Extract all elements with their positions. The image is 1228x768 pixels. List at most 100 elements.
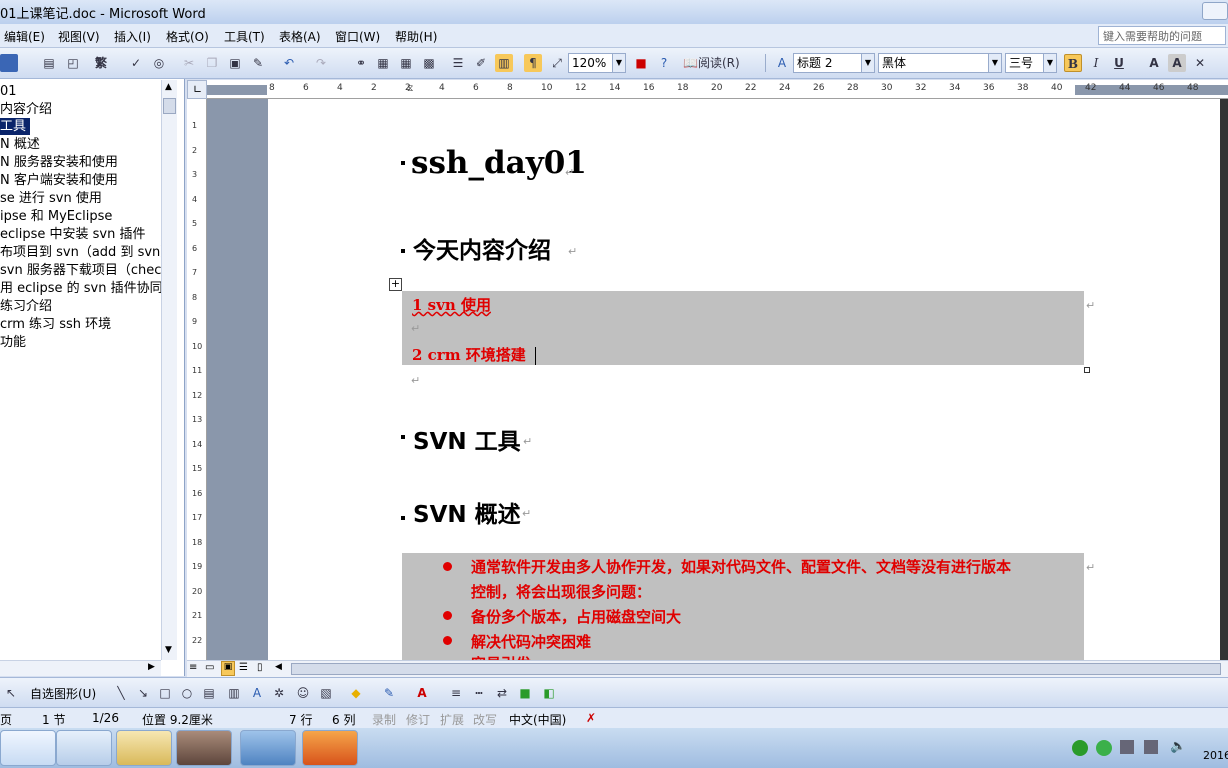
docmap-item[interactable]: 布项目到 svn（add 到 svn） — [0, 244, 173, 261]
web-view-icon[interactable]: ▭ — [205, 662, 214, 673]
read-button[interactable]: 📖阅读(R) — [683, 54, 745, 72]
window-taskbar-icon[interactable] — [56, 730, 112, 766]
docmap-item[interactable]: 01 — [0, 83, 17, 100]
docmap-item[interactable]: crm 练习 ssh 环境 — [0, 316, 111, 333]
docmap-item[interactable]: N 服务器安装和使用 — [0, 154, 118, 171]
tables-borders-icon[interactable]: ▦ — [374, 54, 392, 72]
style-select[interactable]: 标题 2 ▼ — [793, 53, 875, 73]
fill-color-icon[interactable]: ◆ — [347, 684, 365, 702]
docmap-item[interactable]: 功能 — [0, 334, 26, 351]
docmap-item-selected[interactable]: 工具 — [0, 118, 30, 135]
insert-table-icon[interactable]: ▦ — [397, 54, 415, 72]
research-icon[interactable]: ◎ — [150, 54, 168, 72]
docmap-horizontal-scrollbar[interactable]: ▶ — [0, 660, 161, 676]
underline-button[interactable]: U — [1110, 54, 1128, 72]
print-preview-icon[interactable]: ◰ — [64, 54, 82, 72]
scroll-thumb[interactable] — [291, 663, 1221, 675]
styles-icon[interactable]: A — [773, 54, 791, 72]
firefox-taskbar-icon[interactable] — [302, 730, 358, 766]
char-scale-icon[interactable]: ✕ — [1191, 54, 1209, 72]
traditional-chinese-button[interactable]: 繁 — [92, 54, 110, 72]
scroll-thumb[interactable] — [163, 98, 176, 114]
menu-format[interactable]: 格式(O) — [166, 28, 209, 45]
shadow-icon[interactable]: ■ — [516, 684, 534, 702]
char-border-icon[interactable]: A — [1145, 54, 1163, 72]
font-size-select[interactable]: 三号 ▼ — [1005, 53, 1057, 73]
docmap-item[interactable]: N 概述 — [0, 136, 40, 153]
arrow-icon[interactable]: ↘ — [134, 684, 152, 702]
clipart-icon[interactable]: ☺ — [294, 684, 312, 702]
char-shading-icon[interactable]: A — [1168, 54, 1186, 72]
table-resize-handle[interactable] — [1084, 367, 1090, 373]
outline-view-icon[interactable]: ☰ — [239, 662, 248, 673]
horizontal-scrollbar[interactable]: ≡ ▭ ▣ ☰ ▯ ◀ — [187, 660, 1228, 677]
table-move-handle-icon[interactable]: + — [389, 278, 402, 291]
menu-help[interactable]: 帮助(H) — [395, 28, 437, 45]
vertical-ruler[interactable]: 1 2 3 4 5 6 7 8 9 10 11 12 13 14 15 16 17 18 19 20 21 22 — [187, 99, 207, 660]
bookmark-icon[interactable]: ■ — [632, 54, 650, 72]
line-color-icon[interactable]: ✎ — [380, 684, 398, 702]
bold-button[interactable]: B — [1064, 54, 1082, 72]
document-page[interactable]: ssh_day01 ↵ 今天内容介绍 ↵ + 1 svn 使用 ↵ 2 crm … — [268, 99, 1220, 660]
eclipse-taskbar-icon[interactable] — [176, 730, 232, 766]
rectangle-icon[interactable]: □ — [156, 684, 174, 702]
cut-icon[interactable]: ✂ — [180, 54, 198, 72]
font-select[interactable]: 黑体 ▼ — [878, 53, 1002, 73]
tray-icon[interactable] — [1096, 740, 1112, 756]
tray-icon[interactable] — [1120, 740, 1134, 754]
normal-view-icon[interactable]: ≡ — [189, 662, 197, 673]
vertical-textbox-icon[interactable]: ▥ — [225, 684, 243, 702]
spelling-icon[interactable]: ✓ — [127, 54, 145, 72]
doc-map-icon[interactable]: ▥ — [495, 54, 513, 72]
format-painter-icon[interactable]: ✎ — [249, 54, 267, 72]
3d-icon[interactable]: ◧ — [540, 684, 558, 702]
menu-table[interactable]: 表格(A) — [279, 28, 321, 45]
save-icon[interactable] — [0, 54, 18, 72]
help-search-input[interactable]: 键入需要帮助的问题 — [1098, 26, 1226, 45]
menu-window[interactable]: 窗口(W) — [335, 28, 380, 45]
help-icon[interactable]: ? — [655, 54, 673, 72]
docmap-item[interactable]: svn 服务器下载项目（chec — [0, 262, 161, 279]
scroll-down-icon[interactable]: ▼ — [165, 645, 172, 655]
docmap-item[interactable]: ipse 和 MyEclipse — [0, 208, 112, 225]
scroll-right-icon[interactable]: ▶ — [148, 662, 155, 672]
picture-icon[interactable]: ▧ — [317, 684, 335, 702]
line-style-icon[interactable]: ≡ — [447, 684, 465, 702]
undo-icon[interactable]: ↶ — [280, 54, 298, 72]
hyperlink-icon[interactable]: ⚭ — [352, 54, 370, 72]
docmap-item[interactable]: N 客户端安装和使用 — [0, 172, 118, 189]
status-rec[interactable]: 录制 — [372, 711, 396, 728]
drawing-icon[interactable]: ✐ — [472, 54, 490, 72]
status-ext[interactable]: 扩展 — [440, 711, 464, 728]
print-view-icon[interactable]: ▣ — [221, 661, 235, 676]
diagram-icon[interactable]: ✲ — [270, 684, 288, 702]
print-icon[interactable]: ▤ — [40, 54, 58, 72]
select-objects-icon[interactable]: ↖ — [2, 684, 20, 702]
tray-icon[interactable] — [1144, 740, 1158, 754]
explorer-taskbar-icon[interactable] — [116, 730, 172, 766]
arrow-style-icon[interactable]: ⇄ — [493, 684, 511, 702]
volume-icon[interactable]: 🔈 — [1170, 739, 1186, 754]
menu-edit[interactable]: 编辑(E) — [4, 28, 45, 45]
docmap-item[interactable]: 内容介绍 — [0, 101, 52, 118]
reading-view-icon[interactable]: ▯ — [257, 662, 263, 673]
mysql-taskbar-icon[interactable] — [240, 730, 296, 766]
docmap-vertical-scrollbar[interactable]: ▲ ▼ — [161, 80, 177, 660]
spelling-status-icon[interactable]: ✗ — [586, 711, 596, 725]
textbox-icon[interactable]: ▤ — [200, 684, 218, 702]
status-ovr[interactable]: 改写 — [473, 711, 497, 728]
minimize-button[interactable] — [1202, 2, 1228, 20]
docmap-item[interactable]: 练习介绍 — [0, 298, 52, 315]
show-hide-icon[interactable]: ¶ — [524, 54, 542, 72]
autoshapes-menu[interactable]: 自选图形(U) — [30, 685, 96, 702]
status-trk[interactable]: 修订 — [406, 711, 430, 728]
zoom-select[interactable]: 120% ▼ — [568, 53, 626, 73]
scroll-up-icon[interactable]: ▲ — [165, 82, 172, 92]
docmap-item[interactable]: se 进行 svn 使用 — [0, 190, 102, 207]
horizontal-ruler[interactable]: ⧖ 8 6 4 2 2 4 6 8 10 12 14 16 18 20 22 24 26 28 30 32 34 36 38… — [207, 80, 1228, 99]
tab-selector[interactable]: ∟ — [187, 80, 207, 99]
dash-style-icon[interactable]: ┅ — [470, 684, 488, 702]
copy-icon[interactable]: ❐ — [203, 54, 221, 72]
scroll-left-icon[interactable]: ◀ — [275, 662, 282, 672]
tray-icon[interactable] — [1072, 740, 1088, 756]
